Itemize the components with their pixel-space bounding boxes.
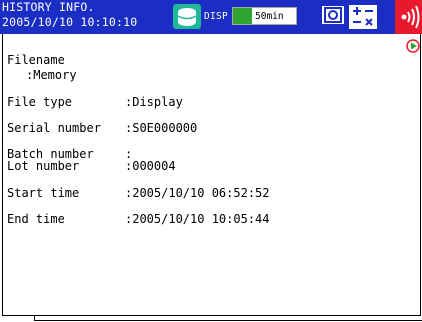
- lot-number-label: Lot number: [7, 159, 80, 173]
- left-border: [2, 34, 3, 316]
- time-progress[interactable]: 50min: [232, 7, 297, 25]
- lot-number-value: :000004: [125, 159, 176, 173]
- start-time-label: Start time: [7, 186, 80, 200]
- bottom-border: [2, 315, 421, 316]
- display-mode-label: DISP: [204, 11, 229, 22]
- current-datetime: 2005/10/10 10:10:10: [2, 15, 138, 29]
- end-time-label: End time: [7, 212, 65, 226]
- filename-value: :Memory: [26, 68, 77, 82]
- serial-number-value: :S0E000000: [125, 121, 198, 135]
- file-type-value: :Display: [125, 95, 183, 109]
- file-type-label: File type: [7, 95, 73, 109]
- start-time-value: :2005/10/10 06:52:52: [125, 186, 270, 200]
- right-border: [420, 34, 421, 316]
- time-progress-fill: [233, 8, 252, 24]
- bottom-tab-stub: [34, 315, 35, 321]
- bottom-tab-line: [34, 320, 422, 321]
- alarm-icon[interactable]: [395, 0, 422, 34]
- title-label: HISTORY INFO.: [2, 0, 95, 14]
- status-header: HISTORY INFO. 2005/10/10 10:10:10 DISP 5…: [0, 0, 422, 34]
- history-details: Filename :Memory File type :Display Seri…: [0, 34, 422, 322]
- snapshot-icon[interactable]: [320, 4, 346, 26]
- end-time-value: :2005/10/10 10:05:44: [125, 212, 270, 226]
- screen-title: HISTORY INFO. 2005/10/10 10:10:10: [2, 1, 137, 31]
- math-calc-icon[interactable]: [348, 4, 378, 30]
- serial-number-label: Serial number: [7, 121, 101, 135]
- time-progress-label: 50min: [255, 11, 284, 22]
- filename-label: Filename: [7, 53, 65, 67]
- history-icon[interactable]: [172, 3, 202, 30]
- history-info-screen: HISTORY INFO. 2005/10/10 10:10:10 DISP 5…: [0, 0, 422, 322]
